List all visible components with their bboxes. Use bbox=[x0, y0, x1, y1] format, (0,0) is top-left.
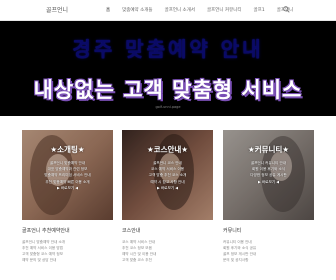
card-link[interactable]: ▶ 바로보기 ◀ bbox=[22, 185, 113, 191]
nav-item-community[interactable]: 골프언니 커뮤니티 bbox=[201, 7, 248, 13]
card-course[interactable]: ★코스안내★ 골프언니 코스 안내 코스 예약 서비스 이용 고객 맞춤 추천 … bbox=[122, 130, 213, 220]
nav-item-intro[interactable]: 맞춤예약 소개들 bbox=[116, 7, 158, 13]
hero-subtitle: 내상없는 고객 맞춤형 서비스 bbox=[33, 78, 303, 102]
hero-url: golf-unni.page bbox=[155, 105, 181, 109]
card-text: 골프언니 코스 안내 코스 예약 서비스 이용 고객 맞춤 추천 코스 소개 예… bbox=[122, 160, 213, 191]
footer-columns: 골프언니 추천예약안내 골프언니 맞춤예약 안내 소개 추천 예약 서비스 이용… bbox=[22, 227, 314, 280]
top-header: 골프언니 홈 맞춤예약 소개들 골프언니 소개서 골프언니 커뮤니티 골프1 골… bbox=[0, 0, 336, 21]
card-link[interactable]: ▶ 바로보기 ◀ bbox=[122, 185, 213, 191]
card-title: ★코스안내★ bbox=[146, 145, 189, 154]
hero-title: 경주 맞춤예약 안내 bbox=[72, 37, 264, 61]
column-community: 커뮤니티 커뮤니티 이용 안내 회원 후기와 소식 공유 골프 정보 게시판 안… bbox=[223, 227, 314, 263]
card-title: ★소개팅★ bbox=[50, 145, 85, 154]
card-text: 골프언니 맞춤예약 안내 대표 맞춤예약과 관련 정보 맞춤예약 프리미엄 서비… bbox=[22, 160, 113, 191]
column-title[interactable]: 커뮤니티 bbox=[223, 227, 314, 234]
site-logo[interactable]: 골프언니 bbox=[46, 5, 68, 14]
column-course: 코스안내 코스 예약 서비스 안내 추천 코스 정보 모음 예약 시간 및 이용… bbox=[122, 227, 213, 263]
card-text: 골프언니 커뮤니티 안내 회원 이용 후기와 소식 다양한 정보 공유 게시판 … bbox=[223, 160, 314, 185]
column-title[interactable]: 코스안내 bbox=[122, 227, 213, 234]
column-reservation: 골프언니 추천예약안내 골프언니 맞춤예약 안내 소개 추천 예약 서비스 이용… bbox=[22, 227, 113, 263]
column-line[interactable]: 고객 맞춤 코스 추천 bbox=[122, 257, 213, 263]
column-title[interactable]: 골프언니 추천예약안내 bbox=[22, 227, 113, 234]
nav-home[interactable]: 홈 bbox=[100, 7, 116, 13]
column-line[interactable]: 문의 및 공지사항 bbox=[223, 257, 314, 263]
card-link[interactable]: ▶ 바로보기 ◀ bbox=[223, 179, 314, 185]
main-nav: 홈 맞춤예약 소개들 골프언니 소개서 골프언니 커뮤니티 골프1 골프언니 bbox=[100, 0, 299, 20]
card-community[interactable]: ★커뮤니티★ 골프언니 커뮤니티 안내 회원 이용 후기와 소식 다양한 정보 … bbox=[223, 130, 314, 220]
nav-item-golf[interactable]: 골프1 bbox=[248, 7, 271, 13]
card-intro[interactable]: ★소개팅★ 골프언니 맞춤예약 안내 대표 맞춤예약과 관련 정보 맞춤예약 프… bbox=[22, 130, 113, 220]
nav-item-guide[interactable]: 골프언니 소개서 bbox=[159, 7, 201, 13]
hero-banner: 경주 맞춤예약 안내 내상없는 고객 맞춤형 서비스 golf-unni.pag… bbox=[0, 21, 336, 116]
card-title: ★커뮤니티★ bbox=[247, 145, 290, 154]
column-line[interactable]: 예약 문의 및 상담 안내 bbox=[22, 257, 113, 263]
feature-cards: ★소개팅★ 골프언니 맞춤예약 안내 대표 맞춤예약과 관련 정보 맞춤예약 프… bbox=[22, 130, 314, 220]
search-icon[interactable] bbox=[283, 6, 290, 13]
